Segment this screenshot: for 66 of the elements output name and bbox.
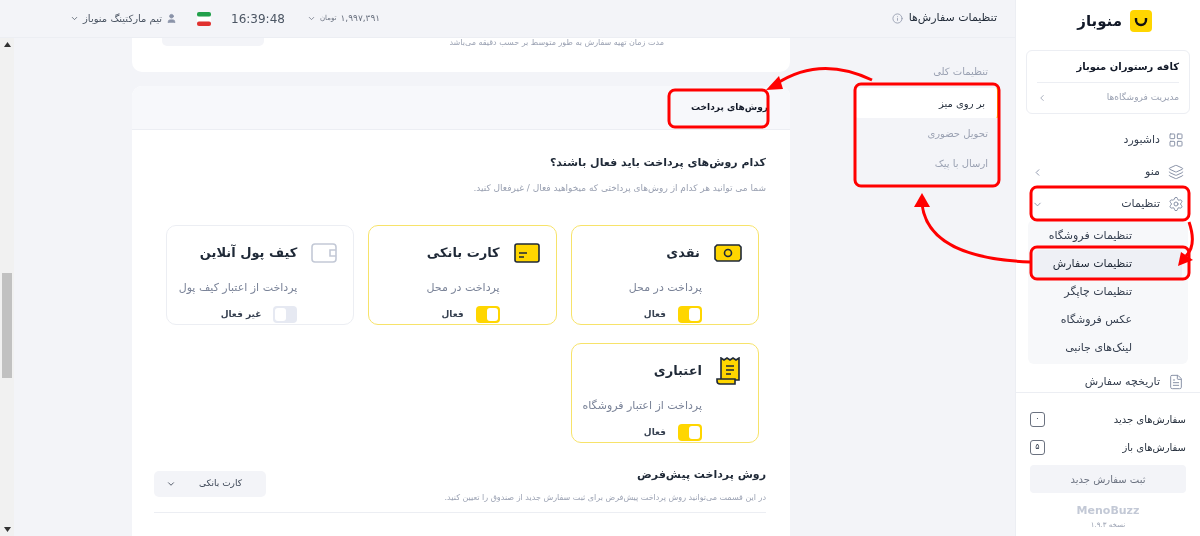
flag-icon: [197, 11, 211, 26]
status-label: فعال: [441, 307, 464, 321]
method-subtitle: پرداخت در محل: [628, 281, 702, 294]
chevron-icon: [166, 479, 176, 489]
method-title: نقدی: [666, 244, 700, 263]
count-badge: ۵: [1030, 439, 1045, 455]
method-subtitle: پرداخت از اعتبار کیف پول: [178, 281, 298, 294]
nav-item[interactable]: تاریخچه سفارش: [1028, 366, 1188, 392]
banknote-icon: [714, 243, 742, 263]
wallet-icon: [311, 243, 338, 263]
new-order-button[interactable]: ثبت سفارش جدید: [1030, 465, 1186, 493]
clock-time: 16:39:48: [231, 10, 285, 28]
grid-icon: [1168, 132, 1184, 148]
scrollbar-thumb[interactable]: [2, 273, 12, 378]
footer-logo: MenoBuzz: [1076, 503, 1140, 519]
section-question: کدام روش‌های پرداخت باید فعال باشند؟: [549, 155, 766, 171]
chevron-icon: [1037, 93, 1047, 103]
hint-text: مدت زمان تهیه سفارش به طور متوسط بر حسب دقیقه می‌باشد: [449, 38, 664, 49]
scroll-up-icon: [3, 42, 11, 47]
scrollbar[interactable]: [0, 38, 14, 536]
status-label: غیر فعال: [220, 307, 262, 321]
scroll-down-icon: [3, 527, 11, 532]
document-icon: [1168, 374, 1184, 390]
brand-name: منوباز: [1077, 10, 1122, 32]
info-icon: [891, 13, 903, 24]
store-name: کافه رستوران منوباز: [1076, 60, 1179, 74]
annotation-arrow: [1178, 221, 1194, 266]
submenu-item[interactable]: تنظیمات فروشگاه: [1034, 222, 1182, 250]
submenu-item[interactable]: تنظیمات سفارش: [1034, 250, 1182, 278]
toggle-switch[interactable]: [273, 306, 298, 323]
nav-item[interactable]: منو: [1028, 156, 1188, 188]
subnav-item[interactable]: بر روی میز: [855, 88, 1000, 118]
submenu-item[interactable]: عکس فروشگاه: [1034, 306, 1182, 334]
default-payment-title: روش پرداخت پیش‌فرض: [636, 467, 766, 483]
nav-item[interactable]: تنظیمات: [1028, 188, 1188, 220]
chevron-icon: [306, 14, 316, 23]
toggle-switch[interactable]: [678, 306, 702, 323]
method-title: کارت بانکی: [426, 244, 500, 263]
method-subtitle: پرداخت در محل: [426, 281, 500, 294]
submenu-item[interactable]: تنظیمات چاپگر: [1034, 278, 1182, 306]
section-tab[interactable]: روش‌های پرداخت: [689, 100, 770, 115]
count-badge: ۰: [1030, 411, 1045, 427]
user-icon: [166, 13, 177, 24]
counter-label: سفارش‌های جدید: [1113, 412, 1186, 427]
chevron-icon: [70, 14, 79, 23]
page-title: تنظیمات سفارش‌ها: [908, 10, 997, 27]
counter-label: سفارش‌های باز: [1122, 440, 1186, 455]
layers-icon: [1168, 164, 1184, 180]
nav-item[interactable]: داشبورد: [1028, 124, 1188, 156]
receipt-icon: [716, 357, 742, 385]
toggle-switch[interactable]: [475, 306, 500, 323]
submenu-item[interactable]: لینک‌های جانبی: [1034, 334, 1182, 362]
method-title: اعتباری: [653, 362, 702, 381]
payment-method-select[interactable]: کارت بانکی: [154, 471, 266, 497]
subnav-heading: تنظیمات کلی: [932, 65, 989, 79]
credit-card-icon: [513, 243, 540, 263]
toggle-switch[interactable]: [678, 424, 702, 441]
status-label: فعال: [643, 307, 666, 321]
default-payment-description: در این قسمت می‌توانید روش پرداخت پیش‌فرض برای ثبت سفارش جدید از صندوق را تعیین کنید.: [444, 491, 766, 504]
status-label: فعال: [643, 425, 666, 439]
method-subtitle: پرداخت از اعتبار فروشگاه: [582, 399, 702, 412]
section-description: شما می توانید هر کدام از روش‌های پرداختی که میخواهید فعال / غیرفعال کنید.: [472, 181, 766, 195]
logo-icon: [1130, 10, 1152, 32]
settings-icon: [1168, 196, 1184, 212]
user-menu[interactable]: تیم مارکتینگ منوباز: [70, 11, 177, 26]
method-title: کیف پول آنلاین: [199, 243, 298, 263]
